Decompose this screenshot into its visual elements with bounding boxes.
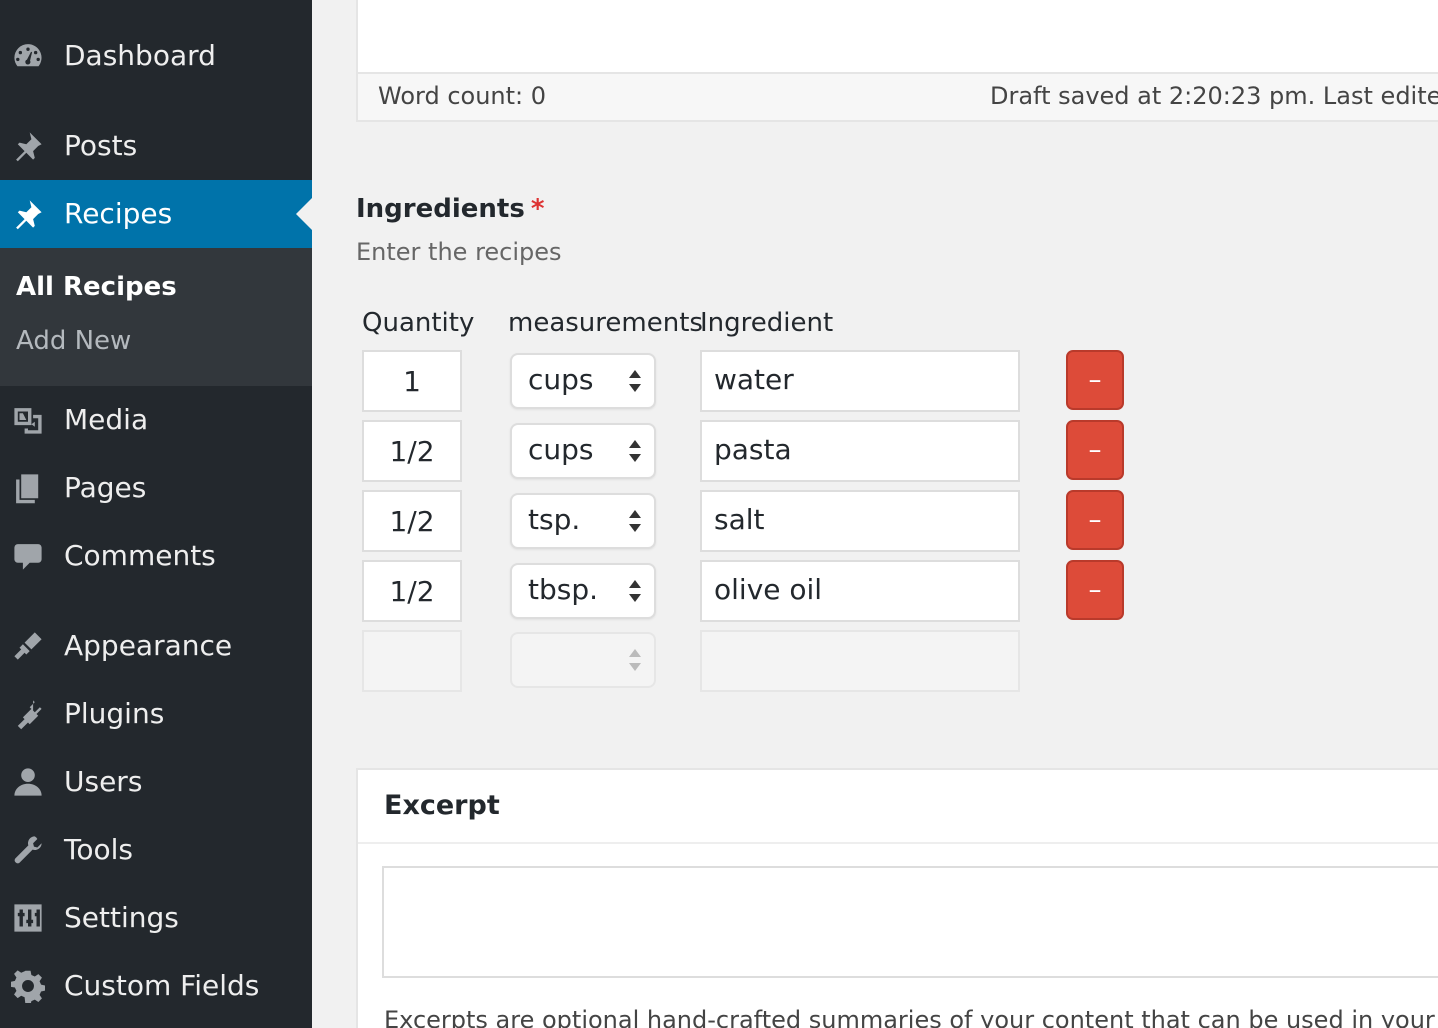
editor-status-bar: Word count: 0 Draft saved at 2:20:23 pm.… [358,72,1438,120]
sliders-icon [10,900,46,936]
quantity-input[interactable]: 1/2 [362,560,462,622]
gear-icon [10,968,46,1004]
column-header-measurements: measurements [508,308,703,338]
sidebar-item-label: Media [64,402,149,436]
remove-row-button[interactable]: – [1066,350,1124,410]
measurement-value: cups [528,433,594,467]
sidebar-item-custom-fields[interactable]: Custom Fields [0,952,312,1020]
sidebar-item-label: Pages [64,470,147,504]
ingredient-value: pasta [714,433,792,467]
plugin-icon [10,696,46,732]
sidebar-item-label: Plugins [64,696,165,730]
excerpt-header[interactable]: Excerpt [358,770,1438,844]
select-arrows-icon [629,370,641,392]
sidebar-item-label: Settings [64,900,179,934]
sidebar-item-label: Dashboard [64,38,216,72]
select-arrows-icon [629,580,641,602]
pushpin-icon [10,196,46,232]
select-arrows-icon [629,649,641,671]
sidebar-item-label: Comments [64,538,216,572]
pages-icon [10,470,46,506]
sidebar-item-dashboard[interactable]: Dashboard [0,22,312,90]
ingredients-label: Ingredients * [356,194,544,224]
ingredient-value: water [714,363,794,397]
ingredients-label-text: Ingredients [356,194,525,224]
sidebar-item-appearance[interactable]: Appearance [0,612,312,680]
sidebar-item-label: Recipes [64,196,173,230]
sidebar-item-pages[interactable]: Pages [0,454,312,522]
ingredient-value: salt [714,503,765,537]
sidebar-item-label: Appearance [64,628,233,662]
sidebar-item-posts[interactable]: Posts [0,112,312,180]
sidebar-item-label: Users [64,764,143,798]
sidebar-item-settings[interactable]: Settings [0,884,312,952]
submenu-all-recipes[interactable]: All Recipes [16,272,177,302]
remove-row-button[interactable]: – [1066,420,1124,480]
excerpt-panel: Excerpt Excerpts are optional hand-craft… [356,768,1438,1028]
dashboard-icon [10,38,46,74]
comment-icon [10,538,46,574]
measurement-value: tsp. [528,503,581,537]
blank-ingredient-input [700,630,1020,692]
sidebar-item-label: Posts [64,128,138,162]
media-icon [10,402,46,438]
sidebar-item-media[interactable]: Media [0,386,312,454]
draft-status: Draft saved at 2:20:23 pm. Last edited b… [990,82,1438,110]
column-header-ingredient: Ingredient [700,308,834,338]
ingredient-value: olive oil [714,573,823,607]
blank-quantity-input [362,630,462,692]
measurement-value: cups [528,363,594,397]
sidebar-item-comments[interactable]: Comments [0,522,312,590]
measurement-select[interactable]: tbsp. [510,563,656,619]
ingredient-input[interactable]: salt [700,490,1020,552]
ingredients-description: Enter the recipes [356,238,562,266]
pushpin-icon [10,128,46,164]
excerpt-title: Excerpt [384,790,500,821]
excerpt-help-text: Excerpts are optional hand-crafted summa… [384,1006,1435,1028]
column-header-quantity: Quantity [362,308,475,338]
content-editor[interactable]: Word count: 0 Draft saved at 2:20:23 pm.… [356,0,1438,122]
quantity-input[interactable]: 1/2 [362,490,462,552]
ingredient-input[interactable]: olive oil [700,560,1020,622]
measurement-select[interactable]: cups [510,423,656,479]
wrench-icon [10,832,46,868]
sidebar-item-recipes[interactable]: Recipes [0,180,312,248]
word-count: Word count: 0 [378,82,547,110]
select-arrows-icon [629,440,641,462]
paintbrush-icon [10,628,46,664]
sidebar-item-users[interactable]: Users [0,748,312,816]
sidebar-item-plugins[interactable]: Plugins [0,680,312,748]
required-mark: * [530,194,545,224]
quantity-input[interactable]: 1 [362,350,462,412]
blank-measurement-select [510,632,656,688]
recipes-submenu: All Recipes Add New [0,248,312,386]
quantity-input[interactable]: 1/2 [362,420,462,482]
measurement-select[interactable]: cups [510,353,656,409]
remove-row-button[interactable]: – [1066,490,1124,550]
sidebar-item-tools[interactable]: Tools [0,816,312,884]
select-arrows-icon [629,510,641,532]
measurement-select[interactable]: tsp. [510,493,656,549]
user-icon [10,764,46,800]
measurement-value: tbsp. [528,573,599,607]
excerpt-textarea[interactable] [382,866,1438,978]
ingredient-input[interactable]: pasta [700,420,1020,482]
remove-row-button[interactable]: – [1066,560,1124,620]
submenu-add-new[interactable]: Add New [16,326,131,356]
ingredient-input[interactable]: water [700,350,1020,412]
sidebar-item-label: Custom Fields [64,968,260,1002]
sidebar-item-label: Tools [64,832,133,866]
admin-sidebar: Dashboard Posts Recipes All Recipes Add … [0,0,312,1028]
